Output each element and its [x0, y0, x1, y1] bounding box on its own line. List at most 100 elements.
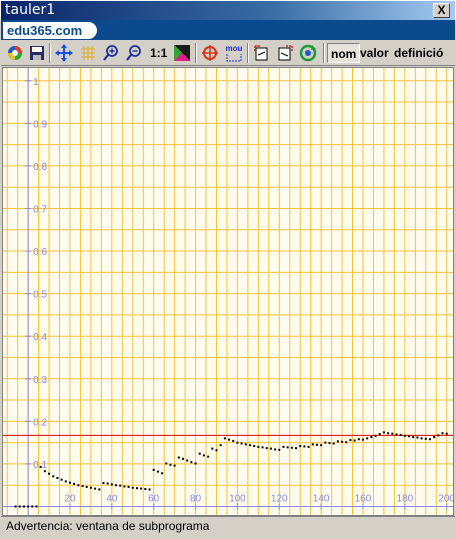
data-point: [89, 486, 92, 489]
data-point: [378, 433, 381, 436]
data-point: [39, 465, 42, 468]
data-point: [445, 432, 448, 435]
close-button[interactable]: X: [433, 3, 450, 18]
data-point: [148, 488, 151, 491]
data-point: [299, 445, 302, 448]
data-point: [336, 440, 339, 443]
data-point: [219, 444, 222, 447]
status-message: Advertencia: ventana de subprograma: [6, 519, 210, 533]
data-point: [282, 445, 285, 448]
toolbar-separator: [247, 43, 249, 63]
valor-toggle[interactable]: valor: [360, 46, 389, 60]
x-tick-label: 200: [438, 493, 453, 504]
data-point: [115, 484, 118, 487]
nom-toggle[interactable]: nom: [327, 43, 361, 63]
data-point: [324, 441, 327, 444]
one-to-one-button[interactable]: 1:1: [150, 46, 167, 60]
save-icon[interactable]: [27, 43, 47, 63]
data-point: [77, 484, 80, 487]
data-point: [416, 436, 419, 439]
status-bar: Advertencia: ventana de subprograma: [1, 516, 455, 536]
y-tick-label: 0.5: [33, 290, 47, 301]
toolbar-separator: [195, 43, 197, 63]
x-tick-label: 20: [64, 493, 76, 504]
data-point: [370, 436, 373, 439]
data-point: [173, 464, 176, 467]
data-point: [127, 485, 130, 488]
data-point: [274, 448, 277, 451]
data-point: [110, 483, 113, 486]
data-point: [98, 488, 101, 491]
data-point: [399, 433, 402, 436]
y-tick-label: 0.7: [33, 204, 47, 215]
data-point: [35, 505, 38, 508]
data-point: [424, 437, 427, 440]
x-tick-label: 100: [229, 493, 246, 504]
data-point: [144, 488, 147, 491]
data-point: [52, 475, 55, 478]
data-point: [27, 505, 30, 508]
data-point: [64, 480, 67, 483]
data-point: [43, 470, 46, 473]
data-point: [437, 434, 440, 437]
data-point: [211, 447, 214, 450]
data-point: [341, 440, 344, 443]
data-point: [307, 445, 310, 448]
plot-canvas[interactable]: 0.1 0.2 0.3 0.4 0.5 0.6 0.7 0.8 0.9 1 20 40 60 80 100 1…: [2, 67, 454, 516]
x-tick-label: 120: [271, 493, 288, 504]
toolbar: 1:1 mou nom valor definició: [1, 40, 455, 66]
data-point: [382, 431, 385, 434]
data-point: [428, 438, 431, 441]
data-point: [131, 486, 134, 489]
data-point: [85, 485, 88, 488]
color-toggle-icon[interactable]: [172, 43, 192, 63]
data-point: [328, 442, 331, 445]
data-point: [215, 449, 218, 452]
y-tick-label: 0.3: [33, 375, 47, 386]
data-point: [433, 436, 436, 439]
target-icon[interactable]: [200, 43, 220, 63]
data-point: [441, 432, 444, 435]
data-point: [269, 447, 272, 450]
x-tick-label: 160: [355, 493, 372, 504]
data-point: [403, 434, 406, 437]
move-axes-icon[interactable]: [54, 43, 74, 63]
data-point: [81, 485, 84, 488]
zoom-in-icon[interactable]: [101, 43, 121, 63]
grid-icon[interactable]: [78, 43, 98, 63]
refresh-icon[interactable]: [298, 43, 318, 63]
color-wheel-icon[interactable]: [5, 43, 25, 63]
data-point: [374, 434, 377, 437]
data-point: [165, 462, 168, 465]
trace-clear-icon[interactable]: [275, 43, 295, 63]
data-point: [119, 484, 122, 487]
toolbar-separator: [49, 43, 51, 63]
data-point: [253, 445, 256, 448]
mouse-coords-label: mou: [225, 43, 243, 53]
data-point: [182, 457, 184, 460]
data-point: [387, 432, 390, 435]
data-point: [257, 445, 260, 448]
data-point: [202, 454, 205, 457]
y-tick-label: 0.8: [33, 162, 47, 173]
data-point: [286, 446, 289, 449]
trace-icon[interactable]: [252, 43, 272, 63]
data-point: [408, 435, 411, 438]
data-point: [320, 444, 323, 447]
window-title: tauler1: [5, 2, 56, 18]
data-point: [194, 462, 197, 465]
data-point: [177, 456, 180, 459]
data-point: [244, 443, 247, 446]
definicio-toggle[interactable]: definició: [394, 46, 443, 60]
zoom-out-icon[interactable]: [124, 43, 144, 63]
y-tick-label: 0.9: [33, 119, 47, 130]
data-point: [102, 482, 105, 485]
data-point: [94, 487, 97, 490]
edu365-logo[interactable]: edu365.com: [3, 22, 97, 39]
data-point: [420, 437, 423, 440]
data-point: [295, 447, 298, 450]
chart-svg: 0.10.20.30.40.50.60.70.80.9120 40 60 80 100 1…: [3, 68, 453, 515]
data-point: [56, 476, 59, 479]
mouse-coords-icon[interactable]: mou: [224, 43, 244, 63]
data-point: [395, 433, 398, 436]
